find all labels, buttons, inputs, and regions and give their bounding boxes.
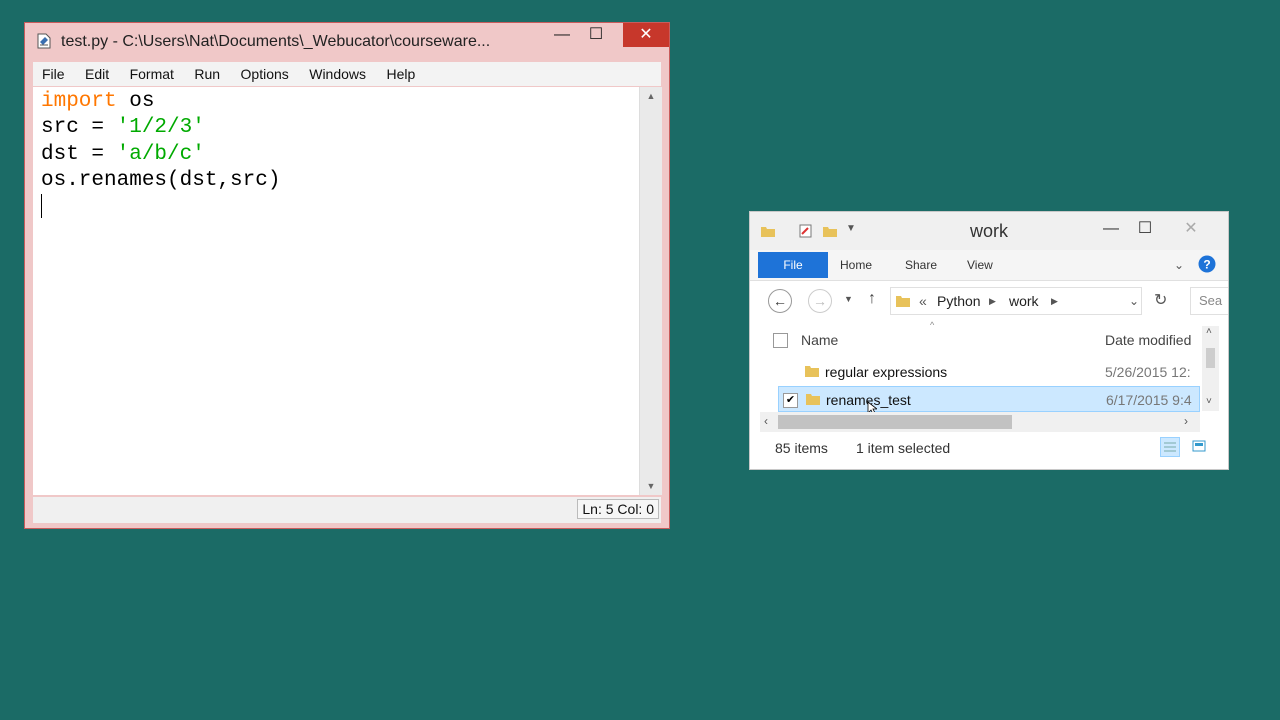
menu-windows[interactable]: Windows [300, 62, 373, 86]
list-horizontal-scrollbar[interactable]: ‹ › [760, 412, 1200, 432]
scroll-left-arrow-icon[interactable]: ‹ [764, 414, 768, 428]
text-caret [41, 194, 42, 219]
maximize-button[interactable]: ☐ [581, 23, 611, 47]
code-line-4: os.renames(dst,src) [41, 168, 281, 192]
code-line-1: import os [41, 89, 280, 115]
code-line-2: src = '1/2/3' [41, 115, 280, 141]
forward-arrow-icon[interactable]: → [808, 289, 832, 313]
expand-ribbon-icon[interactable]: ⌄ [1174, 252, 1184, 278]
file-name: regular expressions [825, 364, 948, 380]
string-src: '1/2/3' [116, 116, 205, 140]
refresh-icon[interactable]: ↻ [1154, 290, 1167, 310]
code-text: import os src = '1/2/3' dst = 'a/b/c' os… [41, 89, 280, 221]
menu-file[interactable]: File [33, 62, 72, 86]
idle-window-title: test.py - C:\Users\Nat\Documents\_Webuca… [61, 33, 491, 50]
column-name[interactable]: Name [801, 332, 838, 348]
folder-icon [805, 366, 819, 377]
idle-window: test.py - C:\Users\Nat\Documents\_Webuca… [24, 22, 670, 529]
scroll-down-arrow-icon[interactable]: ▼ [640, 477, 662, 495]
idle-titlebar[interactable]: test.py - C:\Users\Nat\Documents\_Webuca… [25, 23, 669, 59]
address-overflow: « [919, 293, 927, 309]
menu-format[interactable]: Format [121, 62, 181, 86]
tab-share[interactable]: Share [905, 252, 937, 278]
breadcrumb-chevron-icon[interactable]: ▶ [1051, 288, 1058, 314]
sort-indicator-icon: ^ [930, 320, 935, 330]
keyword-import: import [41, 90, 117, 113]
breadcrumb-python[interactable]: Python [937, 288, 981, 314]
explorer-titlebar[interactable]: ▼ work — ☐ ✕ [750, 212, 1228, 250]
up-arrow-icon[interactable]: ↑ [868, 290, 876, 308]
address-dropdown-icon[interactable]: ⌄ [1129, 288, 1139, 314]
explorer-minimize-button[interactable]: — [1096, 216, 1126, 242]
code-text-os: os [116, 90, 155, 113]
large-icons-view-icon[interactable] [1190, 437, 1210, 457]
list-vertical-scrollbar[interactable]: ˄ ˅ [1202, 326, 1219, 411]
string-dst: 'a/b/c' [116, 142, 205, 166]
code-line-5 [41, 194, 280, 221]
breadcrumb-work[interactable]: work [1009, 288, 1039, 314]
vertical-scroll-thumb[interactable] [1206, 348, 1215, 368]
address-bar[interactable]: « Python ▶ work ▶ ⌄ [890, 287, 1142, 315]
svg-text:?: ? [1203, 258, 1210, 272]
explorer-statusbar: 85 items 1 item selected [750, 434, 1228, 464]
selection-count: 1 item selected [856, 440, 951, 456]
column-header: ^ Name Date modified [750, 320, 1228, 356]
tab-view[interactable]: View [967, 252, 993, 278]
recent-locations-icon[interactable]: ▼ [844, 294, 853, 304]
item-checkbox-checked[interactable]: ✔ [783, 393, 798, 408]
tab-file[interactable]: File [758, 252, 828, 278]
menu-edit[interactable]: Edit [76, 62, 116, 86]
file-date: 5/26/2015 12: [1105, 364, 1191, 380]
menu-help[interactable]: Help [377, 62, 422, 86]
search-input[interactable]: Sea [1190, 287, 1228, 315]
scroll-up-arrow-icon[interactable]: ▲ [640, 87, 662, 105]
close-button[interactable]: ✕ [623, 23, 669, 47]
list-item[interactable]: regular expressions 5/26/2015 12: [778, 359, 1200, 385]
idle-statusbar: Ln: 5 Col: 0 [33, 497, 661, 523]
scroll-up-arrow-icon[interactable]: ˄ [1206, 326, 1212, 337]
column-date-modified[interactable]: Date modified [1105, 332, 1191, 348]
details-view-icon[interactable] [1160, 437, 1180, 457]
explorer-maximize-button[interactable]: ☐ [1130, 216, 1160, 242]
back-arrow-icon[interactable]: ← [768, 289, 792, 313]
ribbon: File Home Share View ⌄ ? [750, 250, 1228, 281]
minimize-button[interactable]: — [547, 23, 577, 47]
cursor-position: Ln: 5 Col: 0 [577, 499, 659, 519]
code-line-3: dst = 'a/b/c' [41, 142, 280, 168]
code-text-dst: dst = [41, 142, 117, 166]
tab-home[interactable]: Home [840, 252, 872, 278]
idle-menubar: File Edit Format Run Options Windows Hel… [33, 62, 661, 86]
file-date: 6/17/2015 9:4 [1106, 392, 1192, 408]
explorer-window: ▼ work — ☐ ✕ File Home Share View ⌄ ? ← … [749, 211, 1229, 470]
scroll-down-arrow-icon[interactable]: ˅ [1206, 396, 1212, 407]
code-editor[interactable]: import os src = '1/2/3' dst = 'a/b/c' os… [33, 87, 639, 495]
explorer-close-button[interactable]: ✕ [1176, 216, 1206, 242]
list-item-selected[interactable]: ✔ renames_test 6/17/2015 9:4 [778, 386, 1200, 415]
folder-icon [806, 394, 820, 405]
python-idle-icon [37, 33, 51, 49]
menu-options[interactable]: Options [232, 62, 296, 86]
item-count: 85 items [775, 440, 828, 456]
code-text-src: src = [41, 116, 117, 140]
address-row: ← → ▼ ↑ « Python ▶ work ▶ ⌄ ↻ Sea [750, 282, 1228, 320]
horizontal-scroll-thumb[interactable] [778, 415, 1012, 429]
select-all-checkbox[interactable] [773, 333, 788, 348]
help-icon[interactable]: ? [1198, 255, 1216, 273]
menu-run[interactable]: Run [185, 62, 227, 86]
folder-icon [896, 296, 910, 307]
editor-vertical-scrollbar[interactable]: ▲ ▼ [639, 87, 662, 495]
breadcrumb-chevron-icon[interactable]: ▶ [989, 288, 996, 314]
scroll-right-arrow-icon[interactable]: › [1184, 414, 1188, 428]
